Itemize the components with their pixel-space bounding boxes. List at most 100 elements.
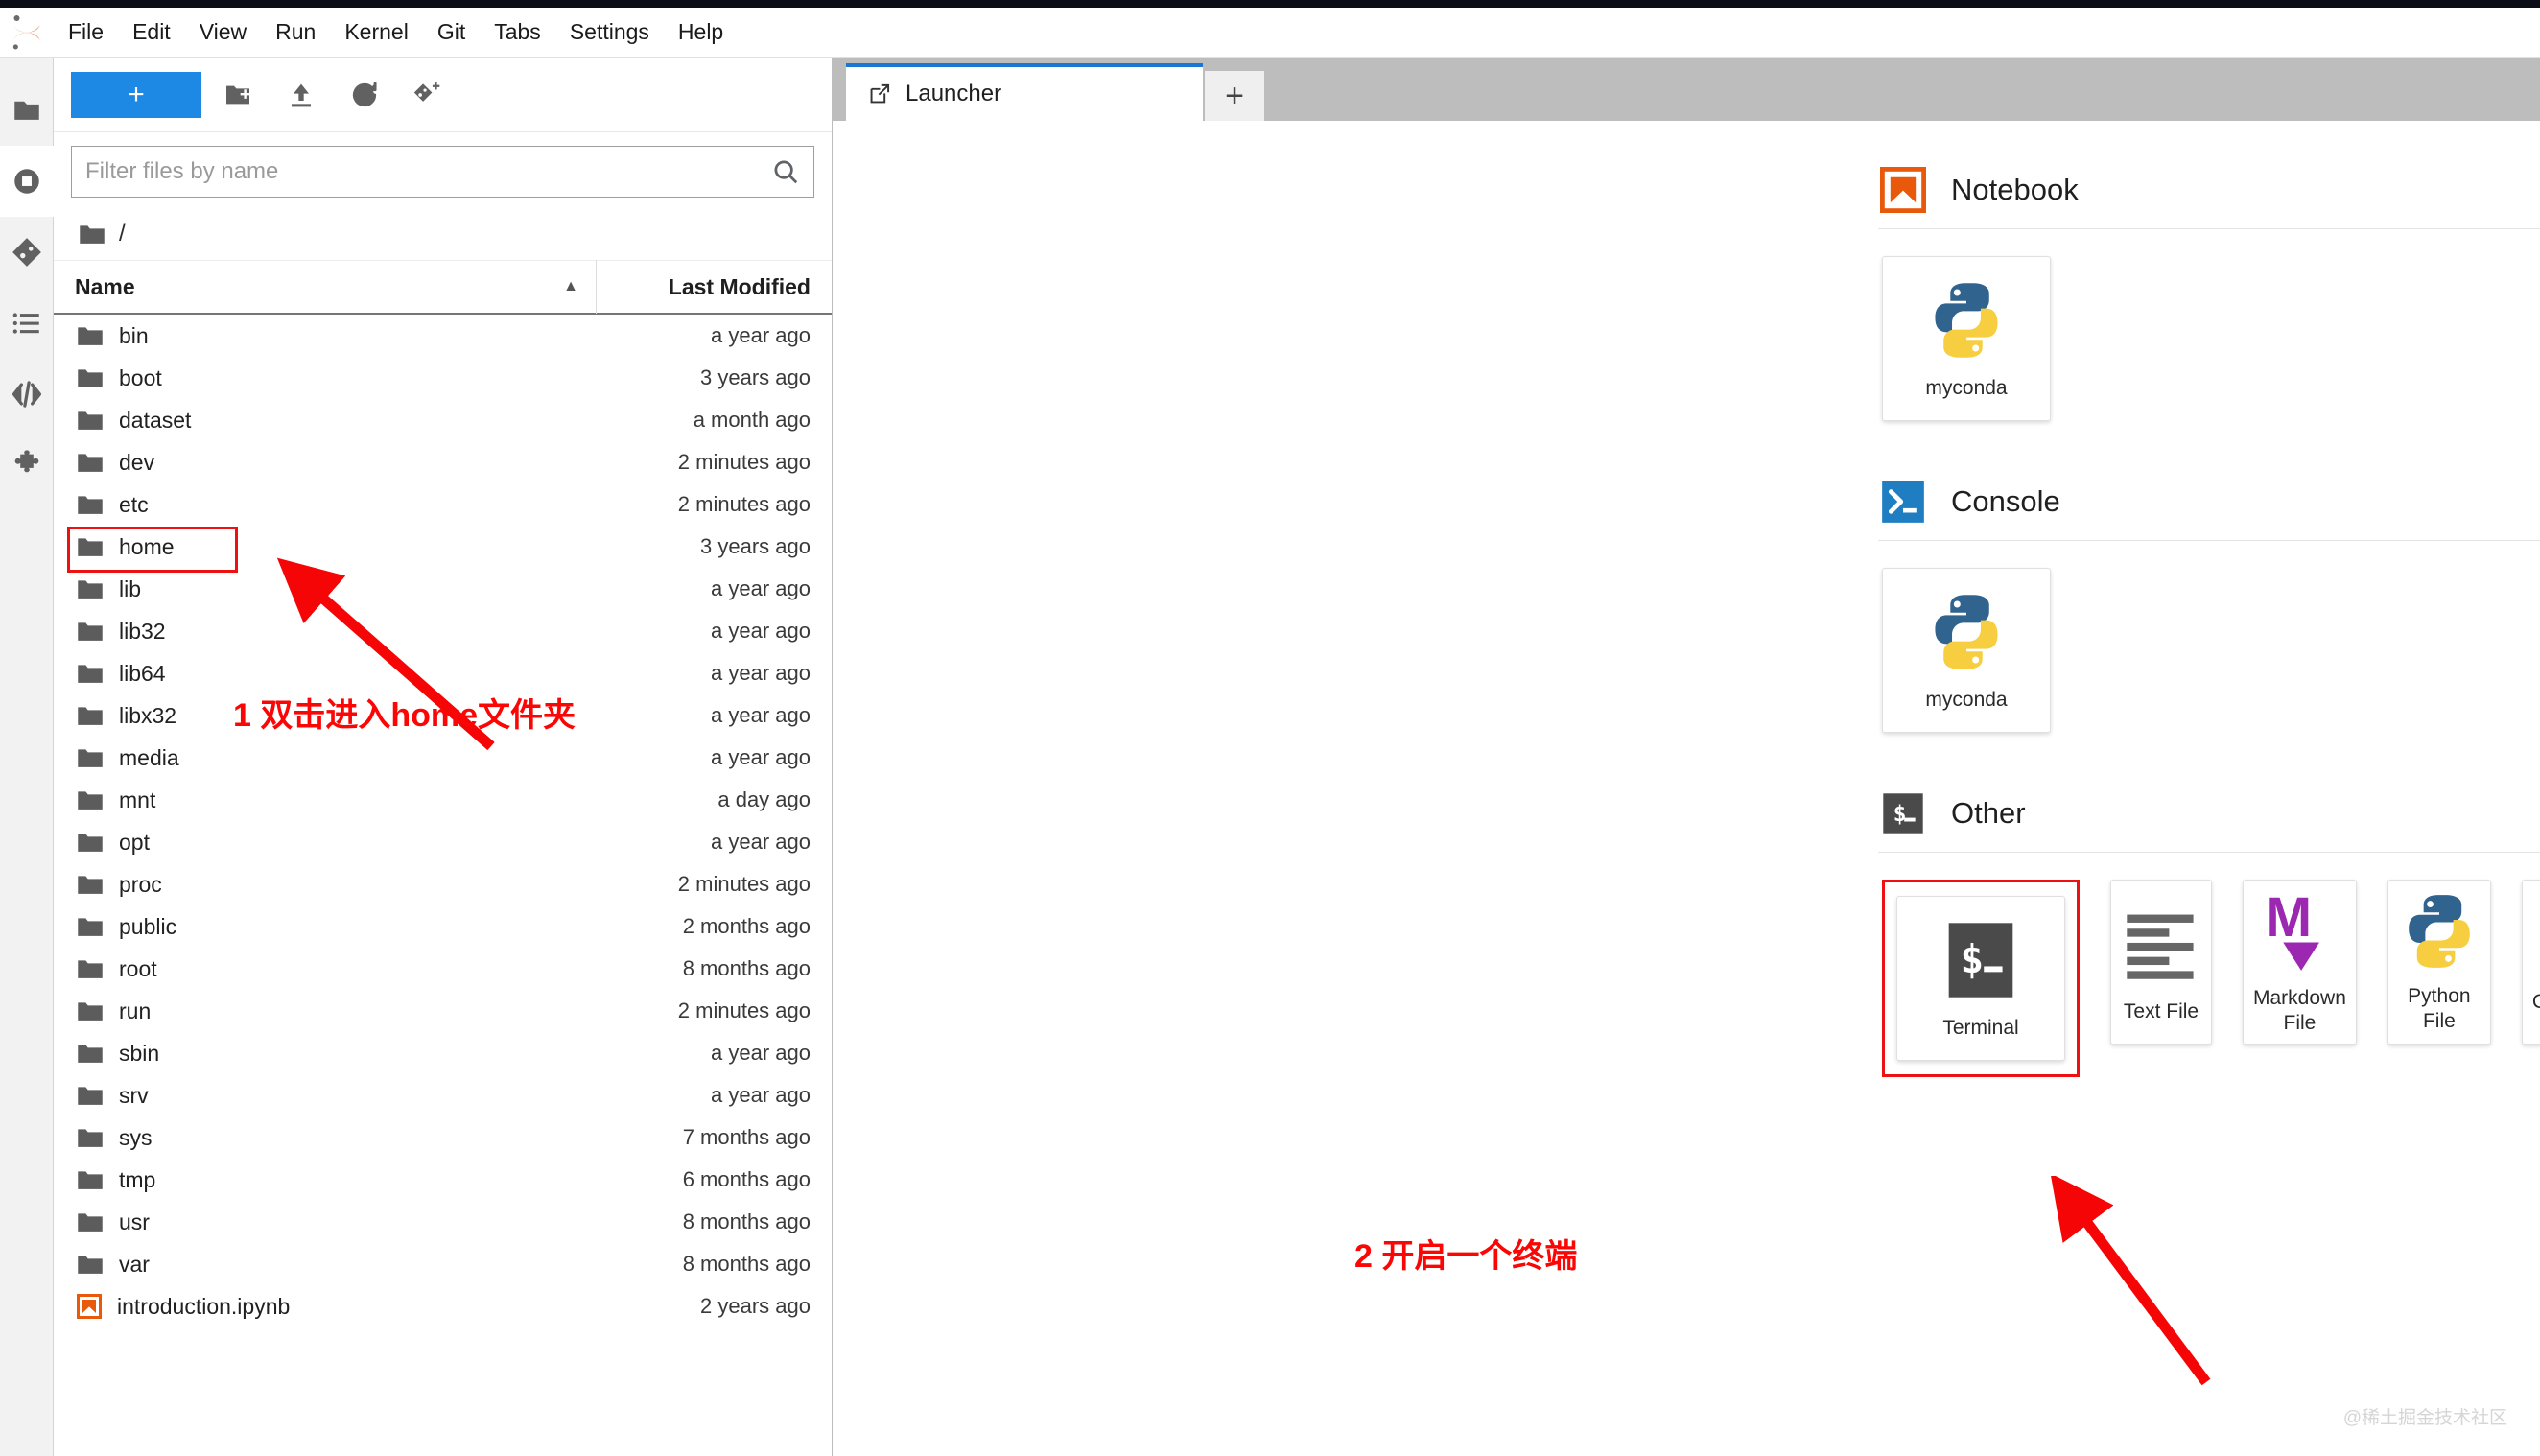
tab-bar: Launcher +	[833, 58, 2540, 121]
menu-file[interactable]: File	[54, 13, 118, 51]
upload-files-button[interactable]	[274, 71, 328, 119]
file-row-label: libx32	[119, 702, 177, 728]
file-row-modified: 3 years ago	[700, 365, 811, 389]
menu-settings[interactable]: Settings	[555, 13, 664, 51]
launcher-card-markdown-file[interactable]: M Markdown File	[2243, 880, 2357, 1045]
file-row[interactable]: tmp 6 months ago	[54, 1159, 832, 1201]
menu-kernel[interactable]: Kernel	[330, 13, 422, 51]
breadcrumb[interactable]: /	[54, 207, 832, 261]
file-row[interactable]: public 2 months ago	[54, 905, 832, 948]
folder-icon	[77, 1211, 104, 1233]
sidebar-code[interactable]	[0, 359, 54, 430]
file-row-modified: 2 minutes ago	[677, 492, 811, 516]
file-row[interactable]: bin a year ago	[54, 315, 832, 357]
menu-tabs[interactable]: Tabs	[480, 13, 555, 51]
file-row[interactable]: srv a year ago	[54, 1074, 832, 1116]
file-row-name-cell: dataset	[54, 408, 596, 434]
new-launcher-button[interactable]: +	[71, 71, 201, 118]
svg-text:M: M	[2266, 888, 2313, 949]
menu-help[interactable]: Help	[664, 13, 738, 51]
folder-icon	[77, 325, 104, 346]
file-row[interactable]: var 8 months ago	[54, 1243, 832, 1285]
file-row[interactable]: etc 2 minutes ago	[54, 483, 832, 526]
file-row-label: lib	[119, 575, 142, 601]
file-row-label: dataset	[119, 407, 192, 433]
sidebar-table-of-contents[interactable]	[0, 288, 54, 359]
launcher-card-terminal[interactable]: $ Terminal	[1896, 896, 2065, 1061]
sidebar-git[interactable]	[0, 217, 54, 288]
launcher-card-label: Text File	[2123, 999, 2199, 1022]
file-row-label: boot	[119, 364, 162, 390]
sidebar-extension-manager[interactable]	[0, 430, 54, 501]
file-browser-panel: + Filter files by name / Name ▲ Last Mod…	[54, 58, 833, 1456]
activity-sidebar	[0, 58, 54, 1456]
menu-view[interactable]: View	[185, 13, 261, 51]
file-filter-box[interactable]	[71, 146, 814, 198]
refresh-file-list-button[interactable]	[338, 71, 391, 119]
watermark: @稀土掘金技术社区	[2342, 1408, 2507, 1428]
file-row-modified: a month ago	[693, 408, 811, 432]
folder-icon	[77, 367, 104, 388]
sidebar-running-terminals[interactable]	[0, 146, 54, 217]
launcher-panel: Notebook myconda Console myconda $ Other…	[833, 121, 2540, 1456]
launcher-card-notebook-myconda[interactable]: myconda	[1882, 256, 2051, 421]
annotation-arrow-1	[276, 557, 495, 751]
file-row[interactable]: boot 3 years ago	[54, 357, 832, 399]
launcher-section-title: Console	[1951, 484, 2060, 518]
breadcrumb-path: /	[119, 220, 126, 247]
git-clone-button[interactable]	[401, 71, 455, 119]
launcher-card-row-other: $ Terminal Text File M Markdown File Pyt…	[1878, 880, 2540, 1077]
file-row-modified: a year ago	[711, 703, 811, 727]
new-folder-button[interactable]	[211, 71, 265, 119]
menu-edit[interactable]: Edit	[118, 13, 185, 51]
menu-run[interactable]: Run	[261, 13, 330, 51]
file-row[interactable]: mnt a day ago	[54, 779, 832, 821]
sidebar-file-browser[interactable]	[0, 75, 54, 146]
folder-icon	[77, 1085, 104, 1106]
column-header-name[interactable]: Name ▲	[54, 274, 596, 300]
file-row-modified: 2 minutes ago	[677, 998, 811, 1022]
terminal-dollar-icon: $	[1944, 916, 2017, 1004]
file-row-modified: a year ago	[711, 1083, 811, 1107]
svg-text:$: $	[1893, 802, 1907, 827]
new-tab-button[interactable]: +	[1205, 71, 1264, 121]
file-row-label: root	[119, 955, 157, 981]
tab-launcher[interactable]: Launcher	[846, 63, 1203, 121]
launcher-card-text-file[interactable]: Text File	[2110, 880, 2212, 1045]
file-row[interactable]: sys 7 months ago	[54, 1116, 832, 1159]
folder-icon	[77, 958, 104, 979]
column-header-last-modified[interactable]: Last Modified	[596, 260, 832, 314]
menu-git[interactable]: Git	[423, 13, 480, 51]
file-row-label: srv	[119, 1082, 149, 1108]
launcher-section-other: $ Other $ Terminal Text File M Markdown …	[1878, 788, 2540, 1077]
file-row-modified: a year ago	[711, 619, 811, 643]
folder-icon	[77, 494, 104, 515]
section-divider	[1878, 228, 2540, 229]
file-row[interactable]: opt a year ago	[54, 821, 832, 863]
folder-icon	[77, 1127, 104, 1148]
folder-icon	[79, 223, 106, 245]
file-row[interactable]: dev 2 minutes ago	[54, 441, 832, 483]
file-row-modified: a year ago	[711, 1041, 811, 1065]
file-row-label: opt	[119, 829, 150, 855]
launcher-card-console-myconda[interactable]: myconda	[1882, 568, 2051, 733]
file-row[interactable]: sbin a year ago	[54, 1032, 832, 1074]
launcher-card-python-file[interactable]: Python File	[2387, 880, 2491, 1045]
launcher-card-label: Terminal	[1942, 1016, 2019, 1039]
svg-text:$: $	[1961, 936, 1985, 982]
file-row-label: run	[119, 998, 152, 1023]
file-row-modified: 8 months ago	[682, 1209, 811, 1233]
file-row[interactable]: dataset a month ago	[54, 399, 832, 441]
file-row-label: media	[119, 744, 179, 770]
text-lines-icon	[2121, 900, 2201, 988]
file-row[interactable]: proc 2 minutes ago	[54, 863, 832, 905]
file-row[interactable]: run 2 minutes ago	[54, 990, 832, 1032]
file-row-name-cell: boot	[54, 365, 596, 391]
file-row[interactable]: root 8 months ago	[54, 948, 832, 990]
folder-icon	[77, 832, 104, 853]
launcher-card-contextual-help[interactable]: Show Contextual Help	[2521, 880, 2540, 1045]
annotation-step-1: 1 双击进入home文件夹	[233, 697, 576, 734]
file-row[interactable]: introduction.ipynb 2 years ago	[54, 1285, 832, 1327]
search-input[interactable]	[85, 158, 771, 185]
file-row[interactable]: usr 8 months ago	[54, 1201, 832, 1243]
